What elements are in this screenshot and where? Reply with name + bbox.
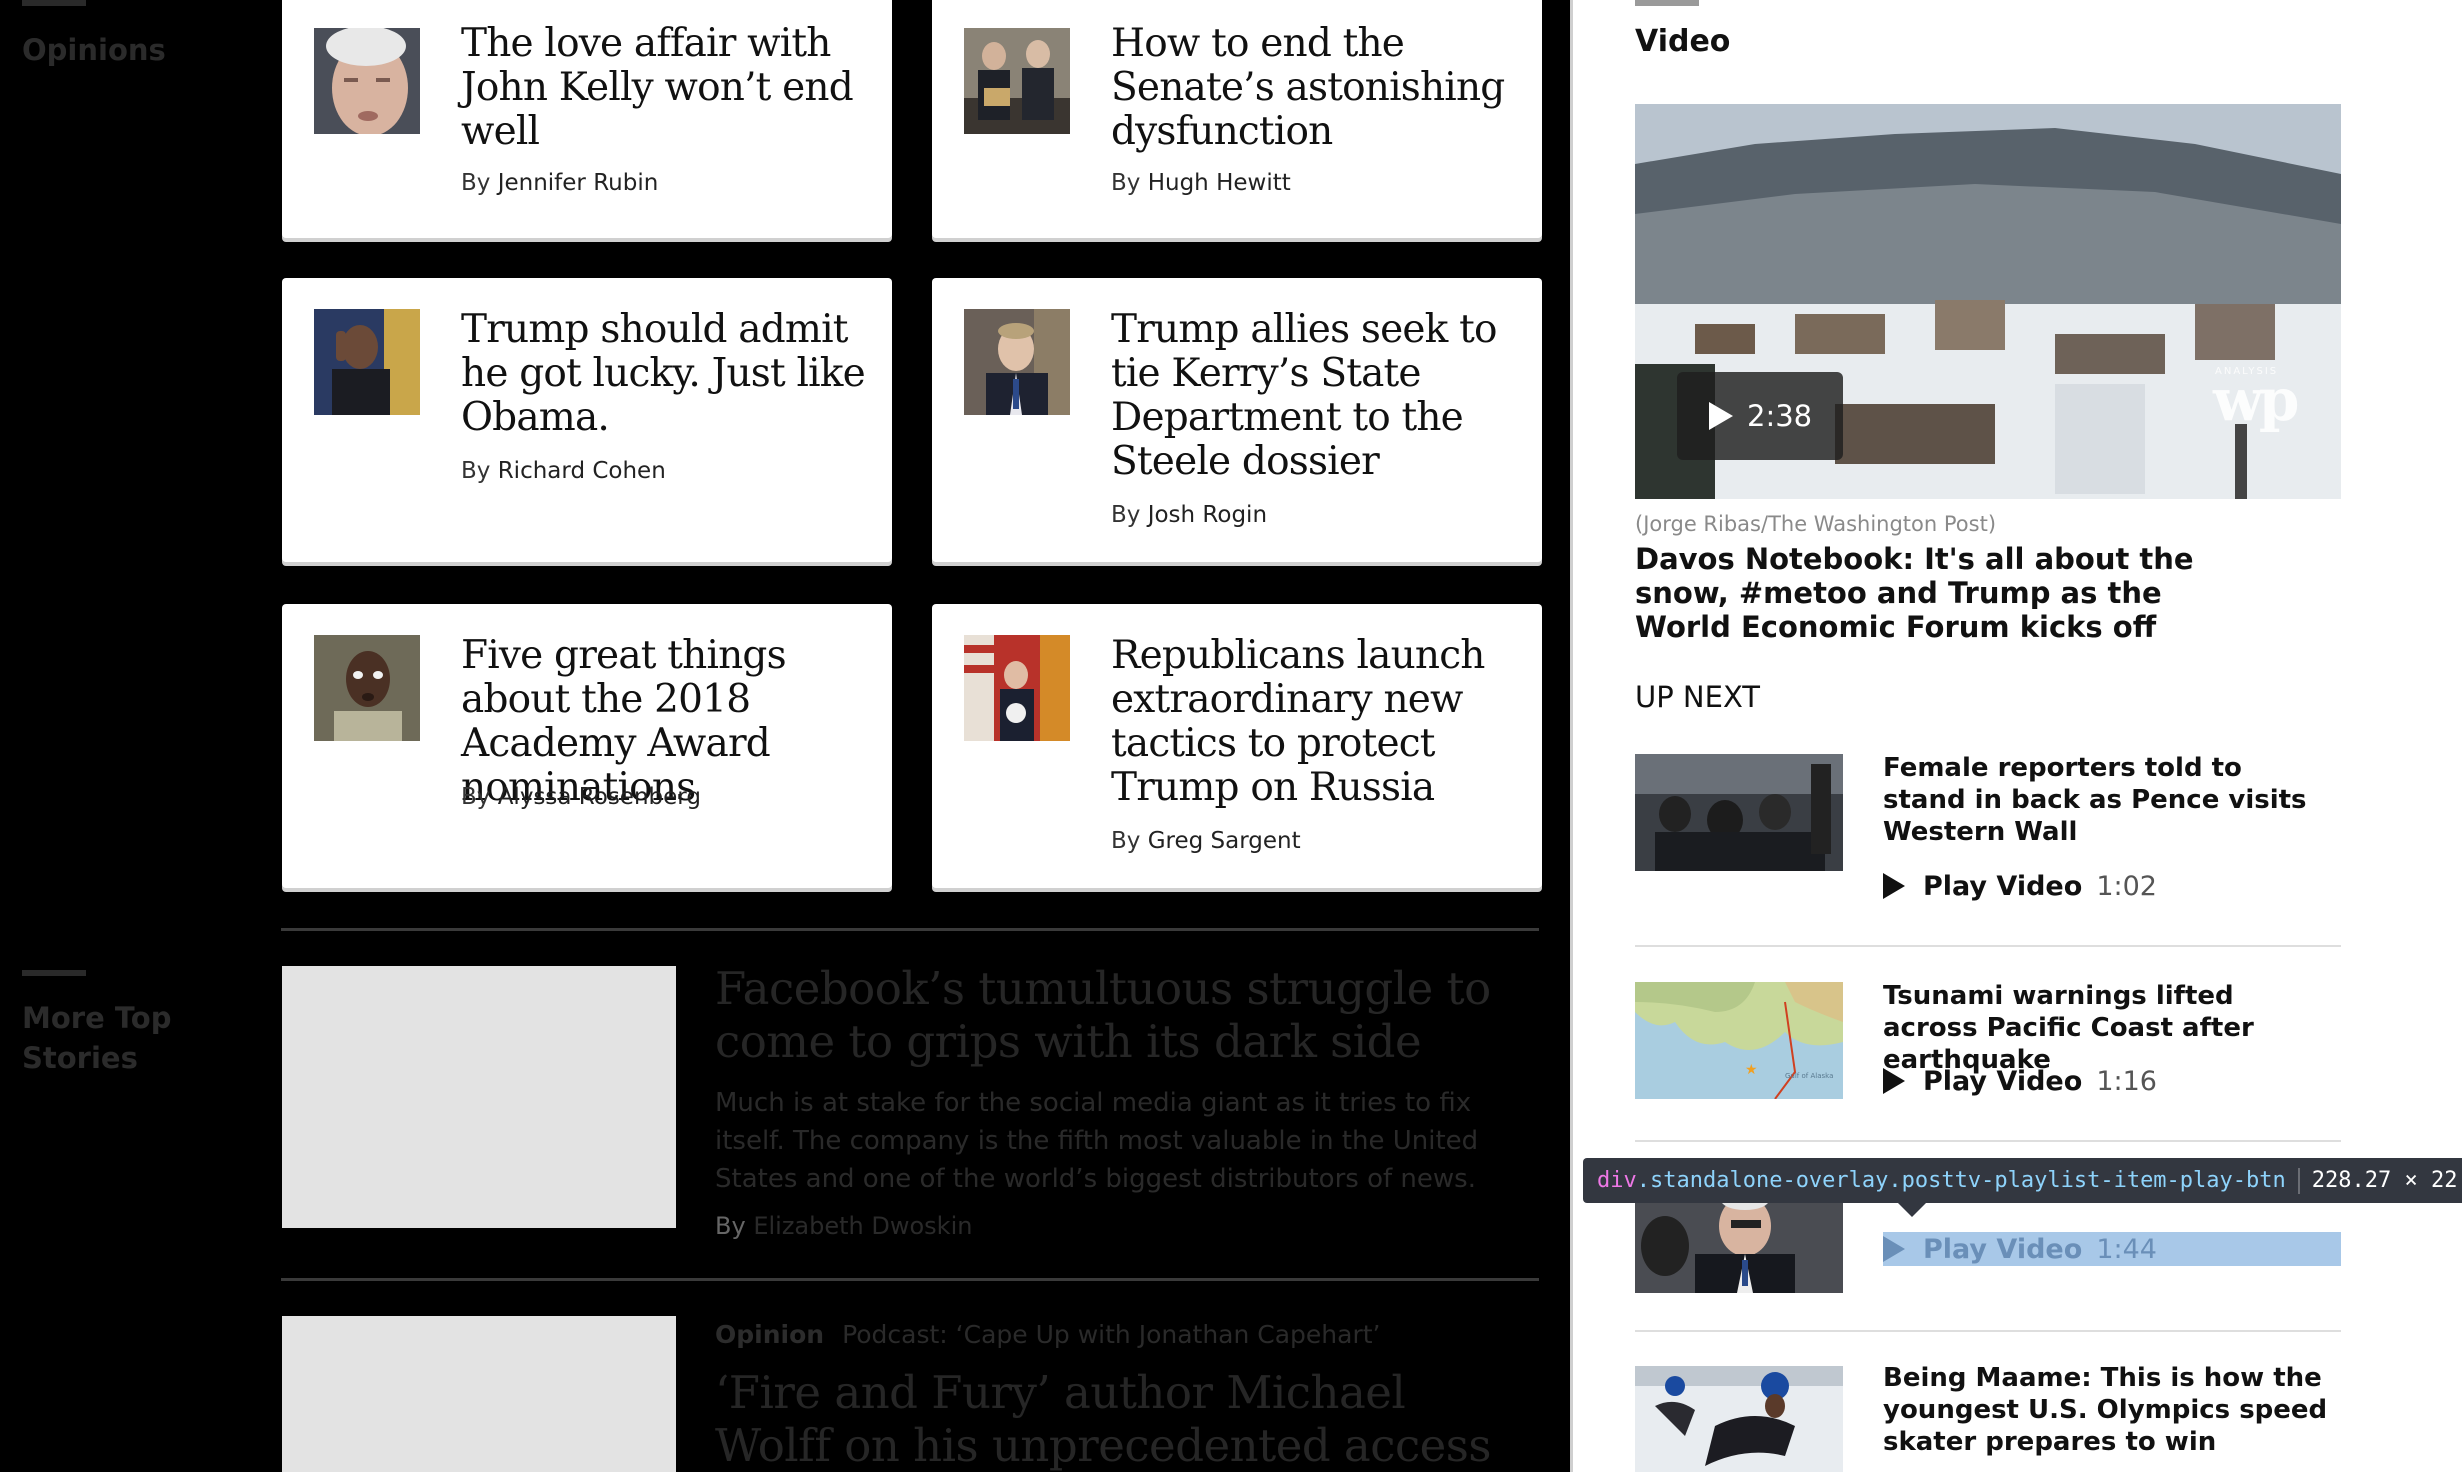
tooltip-dimensions: 228.27 × 22 [2311,1168,2458,1193]
panel-title: Video [1635,24,1731,59]
play-icon [1883,1236,1905,1262]
by-label: By [1111,170,1141,196]
wp-logo-icon: wp [2213,366,2300,434]
card-byline: By Greg Sargent [1111,828,1301,854]
play-icon [1883,1068,1905,1094]
play-label: Play Video [1923,1065,2083,1097]
by-label: By [715,1212,746,1240]
playlist-separator [1635,1140,2341,1142]
by-label: By [461,458,491,484]
playlist-separator [1635,945,2341,947]
divider [281,928,1539,931]
up-next-label: UP NEXT [1635,680,1761,714]
section-label-opinions: Opinions [22,33,166,67]
by-label: By [1111,502,1141,528]
playlist-title[interactable]: Female reporters told to stand in back a… [1883,752,2333,848]
main-video-player[interactable]: 2:38 ANALYSIS wp [1635,104,2341,499]
playlist-play-button[interactable]: Play Video 1:16 [1883,1064,2157,1098]
opinion-card[interactable]: Republicans launch extraordinary new tac… [932,604,1542,888]
playlist-separator [1635,1330,2341,1332]
svg-text:★: ★ [1745,1062,1758,1078]
tooltip-arrow-icon [1898,1203,1926,1217]
tooltip-tag: div [1597,1168,1637,1193]
story-headline[interactable]: ‘Fire and Fury’ author Michael Wolff on … [715,1366,1515,1472]
story-image-placeholder[interactable] [282,966,676,1228]
by-label: By [1111,828,1141,854]
opinion-card[interactable]: Five great things about the 2018 Academy… [282,604,892,888]
kicker-label[interactable]: Opinion [715,1320,824,1349]
card-headline[interactable]: Trump should admit he got lucky. Just li… [461,308,881,440]
main-video-headline[interactable]: Davos Notebook: It's all about the snow,… [1635,542,2195,644]
opinion-card[interactable]: Trump should admit he got lucky. Just li… [282,278,892,562]
author-photo[interactable] [314,28,420,134]
section-label-line: More Top [22,1001,172,1035]
playlist-play-button[interactable]: Play Video 1:44 [1883,1232,2341,1266]
play-icon [1883,873,1905,899]
author-name[interactable]: Greg Sargent [1148,828,1301,854]
panel-rule [1635,0,1699,6]
more-top-stories-rule [22,970,86,976]
author-name[interactable]: Jennifer Rubin [498,170,659,196]
kicker-text[interactable]: Podcast: ‘Cape Up with Jonathan Capehart… [842,1320,1380,1349]
opinions-rule [22,0,86,6]
playlist-thumbnail[interactable]: ★ Gulf of Alaska [1635,982,1843,1099]
story-byline: By Elizabeth Dwoskin [715,1212,972,1240]
play-icon [1709,402,1733,430]
playlist-play-button[interactable]: Play Video 1:02 [1883,869,2157,903]
opinion-card[interactable]: Trump allies seek to tie Kerry’s State D… [932,278,1542,562]
playlist-duration: 1:02 [2096,870,2157,902]
map-label: Gulf of Alaska [1785,1072,1833,1080]
author-name[interactable]: Elizabeth Dwoskin [753,1212,972,1240]
tooltip-classes: .standalone-overlay.posttv-playlist-item… [1636,1168,2286,1193]
card-byline: By Jennifer Rubin [461,170,658,196]
author-photo[interactable] [964,309,1070,415]
card-byline: By Josh Rogin [1111,502,1267,528]
author-name[interactable]: Richard Cohen [498,458,666,484]
section-label-line: Stories [22,1041,138,1075]
photo-credit: (Jorge Ribas/The Washington Post) [1635,512,1997,536]
by-label: By [461,170,491,196]
card-byline: By Hugh Hewitt [1111,170,1291,196]
card-headline[interactable]: Trump allies seek to tie Kerry’s State D… [1111,308,1531,484]
section-label-more-top-stories: More Top Stories [22,998,171,1078]
story-blurb: Much is at stake for the social media gi… [715,1088,1479,1194]
playlist-thumbnail[interactable] [1635,754,1843,871]
playlist-title[interactable]: Tsunami warnings lifted across Pacific C… [1883,980,2333,1076]
author-photo[interactable] [314,635,420,741]
card-headline[interactable]: The love affair with John Kelly won’t en… [461,22,881,154]
playlist-thumbnail[interactable] [1635,1366,1843,1472]
play-label: Play Video [1923,1233,2083,1265]
author-photo[interactable] [964,28,1070,134]
author-name[interactable]: Josh Rogin [1148,502,1267,528]
story-headline[interactable]: Facebook’s tumultuous struggle to come t… [715,962,1515,1068]
divider [281,1278,1539,1281]
play-button[interactable]: 2:38 [1677,372,1843,460]
author-photo[interactable] [964,635,1070,741]
tooltip-divider [2297,1167,2300,1194]
playlist-duration: 1:16 [2096,1065,2157,1097]
playlist-title[interactable]: Being Maame: This is how the youngest U.… [1883,1362,2333,1458]
devtools-element-tooltip: div .standalone-overlay.posttv-playlist-i… [1583,1158,2462,1203]
author-photo[interactable] [314,309,420,415]
card-headline[interactable]: Republicans launch extraordinary new tac… [1111,634,1531,810]
playlist-duration: 1:44 [2096,1233,2157,1265]
by-label: By [461,784,491,810]
video-panel: Video 2:38 ANALYSIS wp (Jorge Ribas/The … [1570,0,2462,1472]
story-kicker: Opinion Podcast: ‘Cape Up with Jonathan C… [715,1320,1381,1349]
story-image-placeholder[interactable] [282,1316,676,1472]
video-duration: 2:38 [1747,399,1813,433]
card-headline[interactable]: How to end the Senate’s astonishing dysf… [1111,22,1531,154]
play-label: Play Video [1923,870,2083,902]
opinion-card[interactable]: How to end the Senate’s astonishing dysf… [932,0,1542,238]
opinion-card[interactable]: The love affair with John Kelly won’t en… [282,0,892,238]
card-byline: By Alyssa Rosenberg [461,784,701,810]
card-byline: By Richard Cohen [461,458,666,484]
author-name[interactable]: Hugh Hewitt [1148,170,1291,196]
author-name[interactable]: Alyssa Rosenberg [498,784,701,810]
